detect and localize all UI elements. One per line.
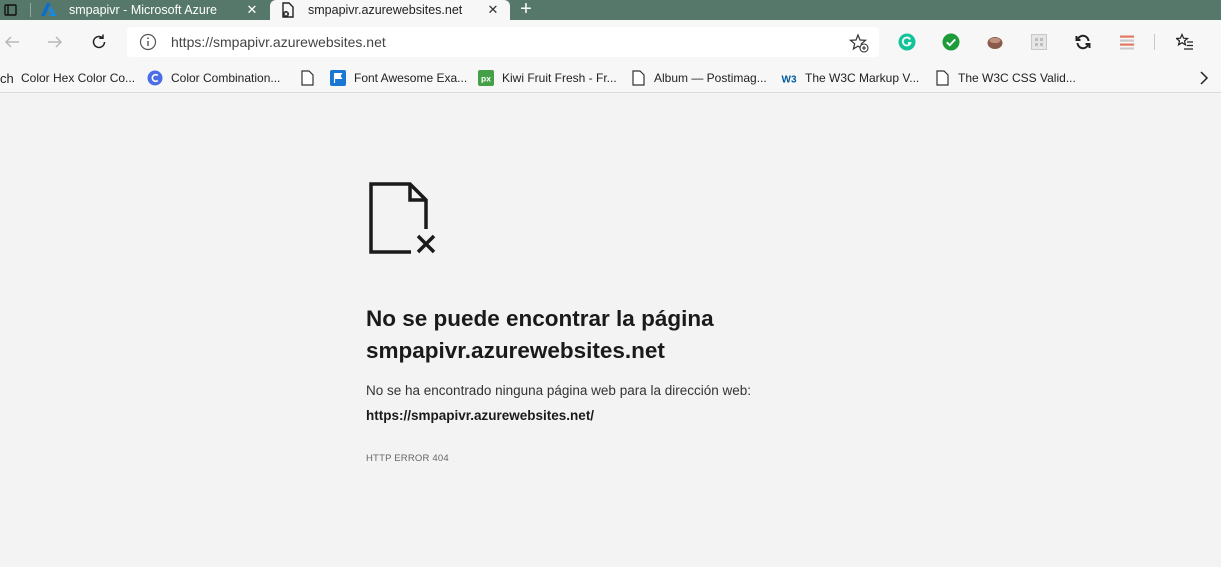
bookmark-label: ch — [0, 70, 14, 86]
bookmark-item[interactable] — [299, 67, 323, 89]
bookmark-item[interactable]: Color Combination... — [147, 67, 280, 89]
error-url: https://smpapivr.azurewebsites.net/ — [366, 408, 595, 423]
c-circle-icon — [147, 70, 163, 86]
error-description: No se ha encontrado ninguna página web p… — [366, 383, 752, 398]
tab-close-button[interactable]: ✕ — [484, 1, 502, 19]
tab-title: smpapivr - Microsoft Azure — [69, 3, 217, 17]
bookmark-label: The W3C Markup V... — [805, 71, 920, 85]
flag-icon — [330, 70, 346, 86]
bookmark-item[interactable]: Album — Postimag... — [630, 67, 767, 89]
bookmark-item[interactable]: Font Awesome Exa... — [330, 67, 467, 89]
svg-text:W3: W3 — [782, 75, 797, 86]
back-arrow-icon — [4, 36, 19, 48]
grammarly-icon[interactable] — [897, 32, 917, 52]
add-favorite-icon[interactable] — [849, 33, 869, 53]
info-icon[interactable] — [139, 33, 157, 51]
checkmark-extension-icon[interactable] — [941, 32, 961, 52]
error-code: HTTP ERROR 404 — [366, 453, 449, 464]
px-icon: px — [478, 70, 494, 86]
bookmark-label: Color Hex Color Co... — [21, 71, 136, 85]
toolbar-divider — [1154, 34, 1155, 50]
address-bar[interactable]: https://smpapivr.azurewebsites.net — [127, 27, 879, 57]
tab-strip: smpapivr - Microsoft Azure ✕ smpapivr.az… — [0, 0, 1221, 20]
bookmark-label: The W3C CSS Valid... — [958, 71, 1076, 85]
bookmarks-bar: ch Color Hex Color Co... Color Combinati… — [0, 63, 1221, 93]
coffee-extension-icon[interactable] — [985, 32, 1005, 52]
favorites-icon[interactable] — [1175, 32, 1195, 52]
new-tab-button[interactable]: + — [514, 0, 538, 20]
tab-title: smpapivr.azurewebsites.net — [308, 3, 463, 17]
bookmark-label: Kiwi Fruit Fresh - Fr... — [502, 71, 617, 85]
tab-actions-button[interactable] — [0, 1, 22, 19]
tab-smpapivr[interactable]: smpapivr.azurewebsites.net ✕ — [270, 0, 510, 20]
url-text[interactable]: https://smpapivr.azurewebsites.net — [171, 34, 386, 50]
grid-extension-icon[interactable] — [1029, 32, 1049, 52]
bookmark-item[interactable]: W3 The W3C Markup V... — [781, 67, 920, 89]
bookmark-item[interactable]: ch — [0, 67, 14, 89]
browser-toolbar: https://smpapivr.azurewebsites.net — [0, 20, 1221, 63]
forward-button[interactable] — [43, 30, 67, 54]
bookmark-item[interactable]: The W3C CSS Valid... — [934, 67, 1076, 89]
refresh-icon — [92, 34, 106, 49]
error-title: No se puede encontrar la página smpapivr… — [366, 303, 846, 367]
list-extension-icon[interactable] — [1117, 32, 1137, 52]
tab-actions-icon — [4, 4, 17, 16]
w3-icon: W3 — [781, 70, 797, 86]
page-icon — [630, 70, 646, 86]
bookmark-label: Color Combination... — [171, 71, 281, 85]
page-icon — [934, 70, 950, 86]
tab-azure[interactable]: smpapivr - Microsoft Azure ✕ — [31, 0, 269, 20]
sync-extension-icon[interactable] — [1073, 32, 1093, 52]
bookmark-label: Font Awesome Exa... — [354, 71, 468, 85]
forward-arrow-icon — [48, 36, 63, 48]
error-page: No se puede encontrar la página smpapivr… — [0, 94, 1221, 567]
azure-icon — [41, 2, 57, 18]
svg-text:px: px — [481, 74, 491, 84]
error-title-line1: No se puede encontrar la página — [366, 306, 714, 331]
refresh-button[interactable] — [87, 30, 111, 54]
bookmark-item[interactable]: Color Hex Color Co... — [21, 67, 135, 89]
bookmark-item[interactable]: px Kiwi Fruit Fresh - Fr... — [478, 67, 617, 89]
tab-close-button[interactable]: ✕ — [243, 1, 261, 19]
broken-document-icon — [369, 182, 439, 256]
error-title-line2: smpapivr.azurewebsites.net — [366, 338, 665, 363]
broken-page-icon — [280, 2, 296, 18]
page-icon — [299, 70, 315, 86]
bookmark-label: Album — Postimag... — [654, 71, 767, 85]
back-button[interactable] — [0, 30, 24, 54]
chevron-right-icon[interactable] — [1195, 69, 1213, 87]
